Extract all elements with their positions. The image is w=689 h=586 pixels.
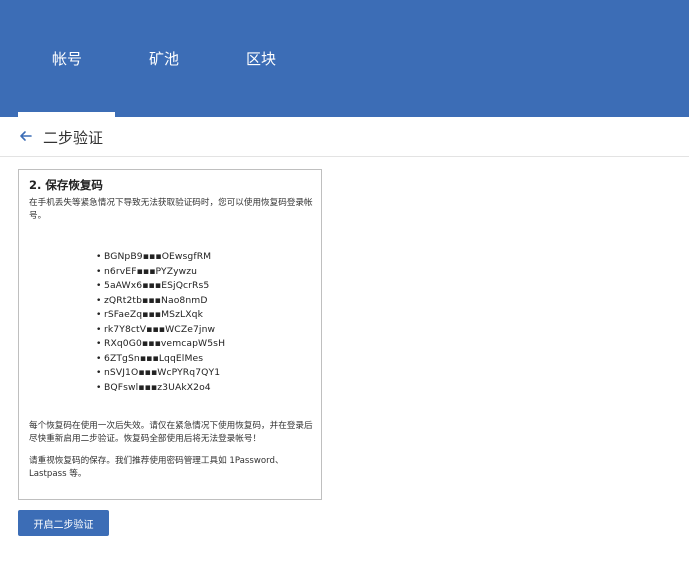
list-item: • rSFaeZq▪▪▪MSzLXqk	[96, 309, 203, 320]
list-item: • rk7Y8ctV▪▪▪WCZe7jnw	[96, 323, 216, 335]
single-use-note: 每个恢复码在使用一次后失效。请仅在紧急情况下使用恢复码，并在登录后尽快重新启用二…	[29, 421, 313, 444]
page-title-bar: 二步验证	[0, 117, 689, 157]
intro-text: 在手机丢失等紧急情况下导致无法获取验证码时，您可以使用恢复码登录帐号。	[29, 198, 313, 221]
recovery-code: n6rvEF▪▪▪PYZywzu	[104, 265, 198, 277]
list-item: • nSVJ1O▪▪▪WcPYRq7QY1	[96, 367, 221, 378]
section-heading: 2. 保存恢复码	[29, 178, 103, 192]
recovery-code: 6ZTgSn▪▪▪LqqElMes	[104, 352, 204, 364]
recovery-code: rk7Y8ctV▪▪▪WCZe7jnw	[104, 323, 216, 335]
recovery-code: BQFswl▪▪▪z3UAkX2o4	[104, 381, 211, 393]
list-item: • RXq0G0▪▪▪vemcapW5sH	[96, 338, 226, 349]
storage-recommendation-note: 请重视恢复码的保存。我们推荐使用密码管理工具如 1Password、Lastpa…	[29, 456, 284, 479]
recovery-code: BGNpB9▪▪▪OEwsgfRM	[104, 251, 212, 262]
top-navigation-bar: 帐号 矿池 区块	[0, 0, 689, 117]
recovery-code: RXq0G0▪▪▪vemcapW5sH	[104, 338, 226, 349]
list-item: • BQFswl▪▪▪z3UAkX2o4	[96, 381, 211, 393]
recovery-code: rSFaeZq▪▪▪MSzLXqk	[104, 309, 203, 320]
tab-pool[interactable]: 矿池	[149, 48, 179, 69]
list-item: • 6ZTgSn▪▪▪LqqElMes	[96, 352, 204, 364]
recovery-code: zQRt2tb▪▪▪Nao8nmD	[104, 294, 208, 306]
list-item: • n6rvEF▪▪▪PYZywzu	[96, 265, 198, 277]
recovery-codes-panel: 2. 保存恢复码 在手机丢失等紧急情况下导致无法获取验证码时，您可以使用恢复码登…	[18, 169, 322, 500]
list-item: • BGNpB9▪▪▪OEwsgfRM	[96, 251, 212, 262]
page-title: 二步验证	[43, 129, 104, 147]
recovery-code: nSVJ1O▪▪▪WcPYRq7QY1	[104, 367, 221, 378]
list-item: • 5aAWx6▪▪▪ESjQcrRs5	[96, 280, 210, 291]
tab-account[interactable]: 帐号	[52, 48, 82, 69]
recovery-code: 5aAWx6▪▪▪ESjQcrRs5	[104, 280, 210, 291]
list-item: • zQRt2tb▪▪▪Nao8nmD	[96, 294, 208, 306]
tab-blocks[interactable]: 区块	[246, 48, 276, 69]
enable-two-step-button[interactable]: 开启二步验证	[18, 510, 109, 536]
recovery-code-list: • BGNpB9▪▪▪OEwsgfRM • n6rvEF▪▪▪PYZywzu • 5a…	[96, 250, 225, 395]
arrow-left-icon[interactable]	[18, 128, 34, 144]
